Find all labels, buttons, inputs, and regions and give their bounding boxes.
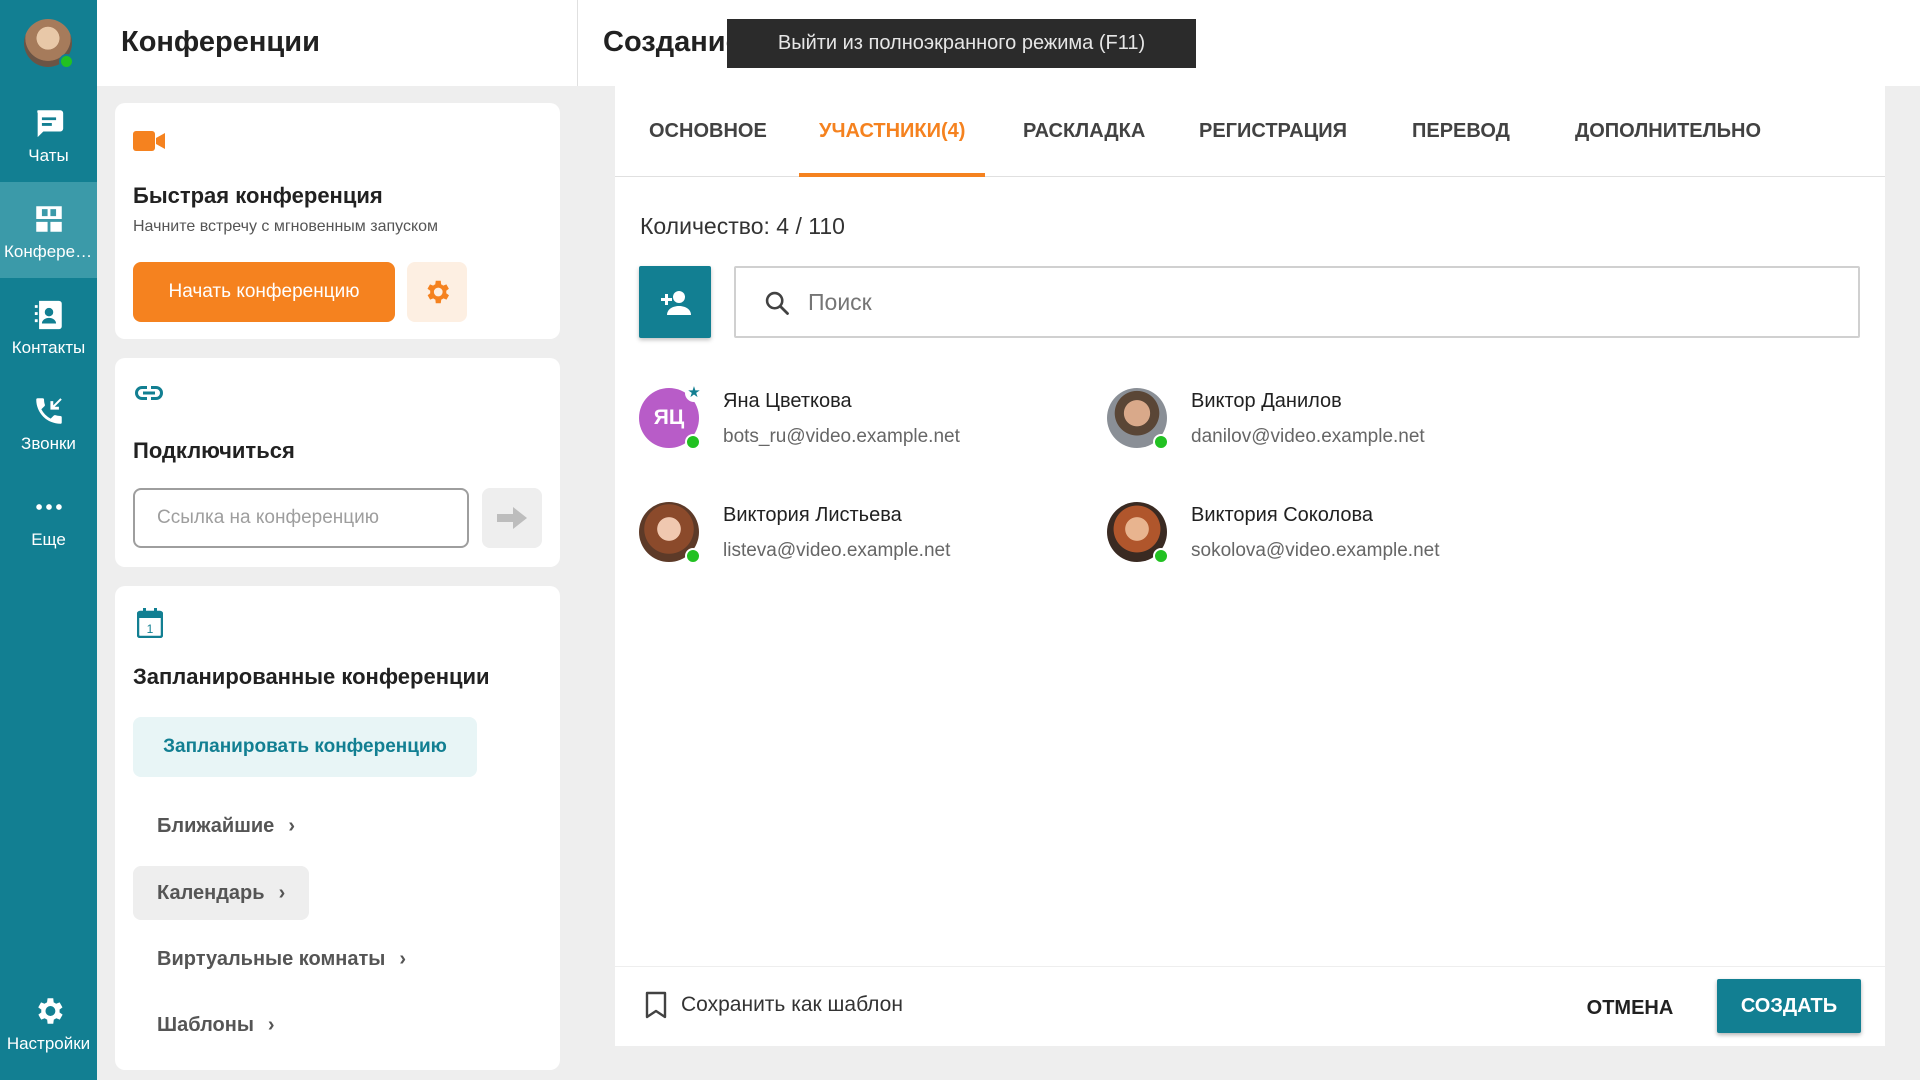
rail-item-conferences[interactable]: Конференции <box>0 182 97 278</box>
online-status-dot <box>685 434 701 450</box>
create-button[interactable]: СОЗДАТЬ <box>1717 979 1861 1033</box>
conference-link-input[interactable] <box>133 488 469 548</box>
save-as-template-button[interactable]: Сохранить как шаблон <box>645 991 903 1019</box>
link-upcoming[interactable]: Ближайшие › <box>133 799 319 853</box>
participant-email: bots_ru@video.example.net <box>723 426 960 447</box>
participant-item[interactable]: Виктория Листьева listeva@video.example.… <box>639 502 1079 582</box>
chevron-right-icon: › <box>278 881 286 904</box>
participant-count: Количество: 4 / 110 <box>640 213 845 239</box>
rail-item-label: Чаты <box>28 146 69 165</box>
tab-registration[interactable]: РЕГИСТРАЦИЯ <box>1199 86 1347 176</box>
link-label: Ближайшие <box>157 814 275 837</box>
tab-translation[interactable]: ПЕРЕВОД <box>1412 86 1510 176</box>
conference-icon <box>35 206 62 232</box>
chevron-right-icon: › <box>399 947 407 970</box>
create-conference-panel: ОСНОВНОЕ УЧАСТНИКИ(4) РАСКЛАДКА РЕГИСТРА… <box>615 86 1885 1046</box>
link-label: Шаблоны <box>157 1013 254 1036</box>
cancel-button[interactable]: ОТМЕНА <box>1565 981 1695 1035</box>
svg-text:1: 1 <box>147 622 154 636</box>
calendar-icon: 1 <box>137 608 163 638</box>
rail-item-settings[interactable]: Настройки <box>0 984 97 1080</box>
gear-icon <box>427 280 449 304</box>
participant-search <box>734 266 1860 338</box>
rail-item-label: Звонки <box>21 434 76 453</box>
participant-name: Виктор Данилов <box>1191 390 1342 412</box>
add-user-icon <box>661 291 691 315</box>
search-input[interactable] <box>808 268 1848 336</box>
online-status-dot <box>59 54 74 69</box>
save-as-template-label: Сохранить как шаблон <box>681 993 903 1016</box>
tab-main[interactable]: ОСНОВНОЕ <box>649 86 767 176</box>
link-templates[interactable]: Шаблоны › <box>133 998 299 1052</box>
connect-card: Подключиться <box>115 358 560 567</box>
user-avatar[interactable] <box>24 19 74 69</box>
chevron-right-icon: › <box>288 814 295 837</box>
online-status-dot <box>1153 434 1169 450</box>
gear-icon <box>37 998 63 1024</box>
tab-participants[interactable]: УЧАСТНИКИ(4) <box>798 86 986 177</box>
participant-item[interactable]: Виктория Соколова sokolova@video.example… <box>1107 502 1547 582</box>
conferences-header: Конференции <box>97 0 578 86</box>
link-icon <box>135 386 163 400</box>
link-label: Календарь <box>157 881 265 904</box>
participant-email: sokolova@video.example.net <box>1191 540 1440 561</box>
quick-conference-card: Быстрая конференция Начните встречу с мг… <box>115 103 560 339</box>
rail-item-chats[interactable]: Чаты <box>0 86 97 182</box>
chat-icon <box>36 110 63 138</box>
contacts-icon <box>34 300 62 330</box>
rail-item-calls[interactable]: Звонки <box>0 374 97 470</box>
dialog-footer: Сохранить как шаблон ОТМЕНА СОЗДАТЬ <box>615 966 1885 1046</box>
participant-name: Яна Цветкова <box>723 390 852 412</box>
link-label: Виртуальные комнаты <box>157 947 386 970</box>
link-calendar[interactable]: Календарь › <box>133 866 310 920</box>
avatar <box>1107 388 1169 450</box>
connect-title: Подключиться <box>133 438 295 463</box>
quick-conference-title: Быстрая конференция <box>133 183 383 208</box>
rail-item-contacts[interactable]: Контакты <box>0 278 97 374</box>
scheduled-conferences-card: 1 Запланированные конференции Запланиров… <box>115 586 560 1070</box>
online-status-dot <box>685 548 701 564</box>
chevron-right-icon: › <box>267 1013 275 1036</box>
participant-item[interactable]: ЯЦ ★ Яна Цветкова bots_ru@video.example.… <box>639 384 1079 468</box>
participant-email: danilov@video.example.net <box>1191 426 1425 447</box>
quick-settings-button[interactable] <box>407 262 467 322</box>
link-virtual-rooms[interactable]: Виртуальные комнаты › <box>133 932 430 986</box>
calls-icon <box>35 398 62 424</box>
tab-bar: ОСНОВНОЕ УЧАСТНИКИ(4) РАСКЛАДКА РЕГИСТРА… <box>615 86 1885 177</box>
connect-go-button[interactable] <box>482 488 542 548</box>
rail-item-label: Еще <box>31 530 66 549</box>
rail-item-label: Контакты <box>11 338 86 357</box>
more-icon <box>35 504 62 510</box>
rail-item-label: Настройки <box>6 1034 91 1053</box>
schedule-conference-button[interactable]: Запланировать конференцию <box>133 717 477 777</box>
scheduled-title: Запланированные конференции <box>133 664 490 689</box>
rail-item-more[interactable]: Еще <box>0 470 97 566</box>
avatar <box>1107 502 1169 564</box>
participant-name: Виктория Листьева <box>723 504 902 526</box>
participant-item[interactable]: Виктор Данилов danilov@video.example.net <box>1107 388 1547 468</box>
bookmark-icon <box>645 991 667 1019</box>
nav-rail: Чаты Конференции Контакты Звонки Еще Нас… <box>0 0 97 1080</box>
rail-item-label: Конференции <box>4 242 97 261</box>
star-icon: ★ <box>685 384 703 402</box>
fullscreen-tooltip: Выйти из полноэкранного режима (F11) <box>727 19 1196 68</box>
arrow-right-icon <box>497 507 527 529</box>
participant-name: Виктория Соколова <box>1191 504 1373 526</box>
video-camera-icon <box>133 131 165 151</box>
tab-layout[interactable]: РАСКЛАДКА <box>1023 86 1145 176</box>
avatar <box>639 502 701 564</box>
quick-conference-subtitle: Начните встречу с мгновенным запуском <box>133 218 439 235</box>
page-title: Конференции <box>121 26 320 58</box>
search-icon <box>765 291 789 315</box>
online-status-dot <box>1153 548 1169 564</box>
tab-additional[interactable]: ДОПОЛНИТЕЛЬНО <box>1575 86 1761 176</box>
participant-email: listeva@video.example.net <box>723 540 951 561</box>
start-conference-button[interactable]: Начать конференцию <box>133 262 395 322</box>
add-participant-button[interactable] <box>639 266 711 338</box>
avatar: ЯЦ ★ <box>639 384 703 450</box>
